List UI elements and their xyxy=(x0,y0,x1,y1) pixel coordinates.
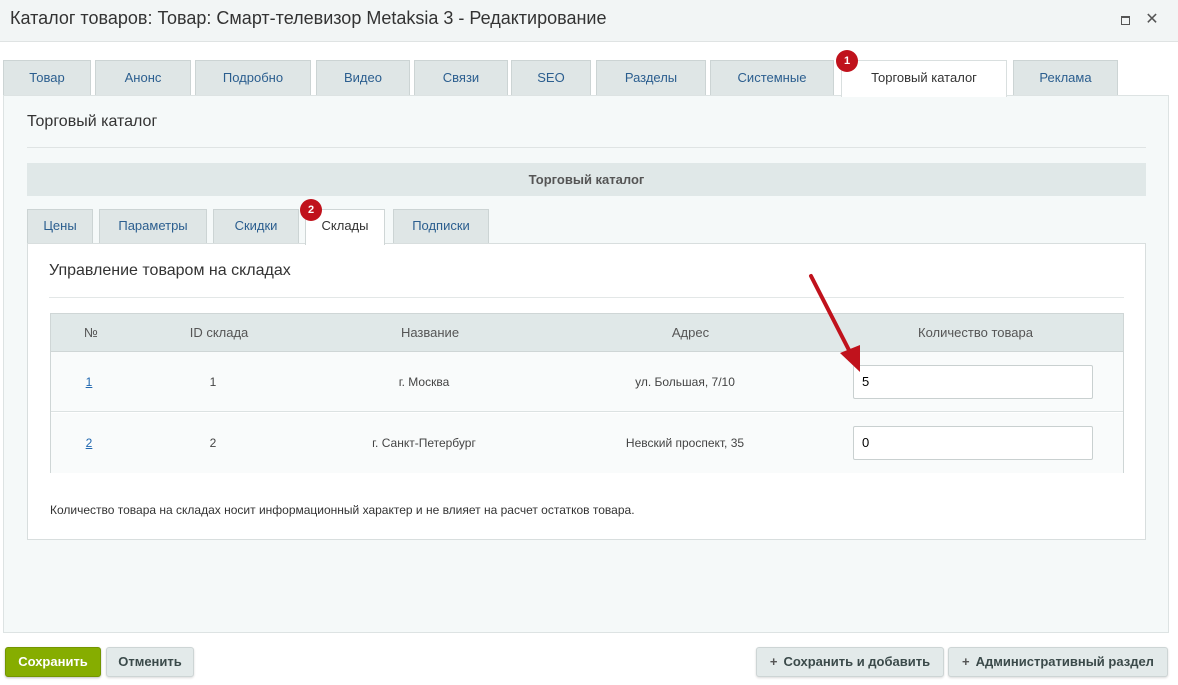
col-warehouse-id: ID склада xyxy=(189,325,249,340)
table-row: 1 1 г. Москва ул. Большая, 7/10 5 xyxy=(51,352,1123,412)
annotation-badge-2: 2 xyxy=(300,199,322,221)
plus-icon: + xyxy=(962,654,970,669)
window-title: Каталог товаров: Товар: Смарт-телевизор … xyxy=(10,8,607,28)
tab-video[interactable]: Видео xyxy=(316,60,410,96)
maximize-icon[interactable] xyxy=(1115,10,1135,30)
admin-section-button[interactable]: + Административный раздел xyxy=(948,647,1168,677)
quantity-input[interactable]: 5 xyxy=(853,365,1093,399)
save-and-add-label: Сохранить и добавить xyxy=(783,654,931,669)
section-header: Торговый каталог xyxy=(27,163,1146,196)
tab-product[interactable]: Товар xyxy=(3,60,91,96)
table-row: 2 2 г. Санкт-Петербург Невский проспект,… xyxy=(51,413,1123,473)
annotation-badge-1: 1 xyxy=(836,50,858,72)
close-icon[interactable]: ✕ xyxy=(1142,10,1162,30)
warehouses-table: № ID склада Название Адрес Количество то… xyxy=(50,313,1124,473)
col-quantity: Количество товара xyxy=(918,325,1033,340)
tab-trade-catalog[interactable]: Торговый каталог xyxy=(841,60,1007,97)
tab-system[interactable]: Системные xyxy=(710,60,834,96)
col-address: Адрес xyxy=(671,325,710,340)
tab-announce[interactable]: Анонс xyxy=(95,60,191,96)
subtab-prices[interactable]: Цены xyxy=(27,209,93,243)
save-and-add-button[interactable]: + Сохранить и добавить xyxy=(756,647,944,677)
cell-name: г. Москва xyxy=(398,375,450,389)
divider xyxy=(49,297,1124,298)
plus-icon: + xyxy=(769,654,778,669)
tab-ads[interactable]: Реклама xyxy=(1013,60,1118,96)
row-number-link[interactable]: 1 xyxy=(86,375,93,389)
cell-name: г. Санкт-Петербург xyxy=(372,436,476,450)
subtab-params[interactable]: Параметры xyxy=(99,209,207,243)
cell-warehouse-id: 2 xyxy=(209,436,217,450)
panel-title: Торговый каталог xyxy=(27,113,158,130)
cancel-button[interactable]: Отменить xyxy=(106,647,194,677)
tab-content-panel: Торговый каталог Торговый каталог Цены П… xyxy=(3,95,1169,633)
col-number: № xyxy=(84,325,98,340)
table-header: № ID склада Название Адрес Количество то… xyxy=(51,314,1123,352)
quantity-input[interactable]: 0 xyxy=(853,426,1093,460)
cell-warehouse-id: 1 xyxy=(209,375,217,389)
col-name: Название xyxy=(400,325,460,340)
tab-sections[interactable]: Разделы xyxy=(596,60,706,96)
warehouses-title: Управление товаром на складах xyxy=(49,262,291,279)
window-titlebar: Каталог товаров: Товар: Смарт-телевизор … xyxy=(0,0,1178,42)
cell-address: Невский проспект, 35 xyxy=(625,436,745,450)
admin-section-label: Административный раздел xyxy=(975,654,1154,669)
divider xyxy=(27,147,1146,148)
tab-seo[interactable]: SEO xyxy=(511,60,591,96)
warehouses-panel: Управление товаром на складах № ID склад… xyxy=(27,243,1146,540)
tab-details[interactable]: Подробно xyxy=(195,60,311,96)
subtab-discounts[interactable]: Скидки xyxy=(213,209,299,243)
cell-address: ул. Большая, 7/10 xyxy=(635,375,735,389)
tab-links[interactable]: Связи xyxy=(414,60,508,96)
save-button[interactable]: Сохранить xyxy=(5,647,101,677)
info-note: Количество товара на складах носит инфор… xyxy=(50,503,635,517)
row-number-link[interactable]: 2 xyxy=(86,436,93,450)
subtab-subscriptions[interactable]: Подписки xyxy=(393,209,489,243)
